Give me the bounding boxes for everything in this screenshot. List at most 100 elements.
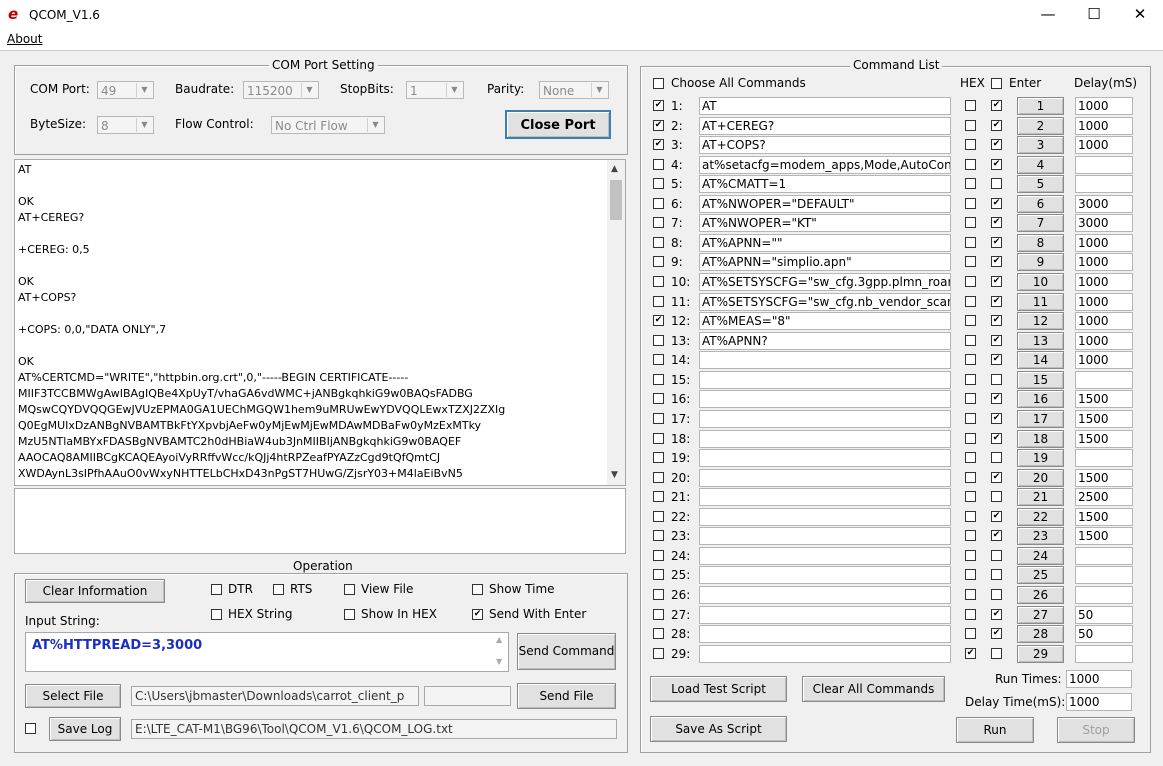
command-input[interactable]	[699, 586, 951, 604]
log-output[interactable]: AT OK AT+CEREG? +CEREG: 0,5 OK AT+COPS? +COPS:…	[14, 159, 626, 486]
command-input[interactable]: AT%NWOPER="DEFAULT"	[699, 195, 951, 213]
command-enter-checkbox[interactable]	[991, 511, 1002, 522]
command-input[interactable]: AT%SETSYSCFG="sw_cfg.nb_vendor_scan.	[699, 293, 951, 311]
load-test-script-button[interactable]: Load Test Script	[650, 676, 787, 702]
command-send-button[interactable]: 26	[1017, 586, 1064, 604]
command-hex-checkbox[interactable]	[965, 335, 976, 346]
command-hex-checkbox[interactable]	[965, 433, 976, 444]
command-delay-input[interactable]: 1000	[1075, 234, 1133, 252]
command-send-button[interactable]: 9	[1017, 253, 1064, 271]
command-input[interactable]	[699, 606, 951, 624]
command-select-checkbox[interactable]	[653, 198, 664, 209]
command-send-button[interactable]: 7	[1017, 214, 1064, 232]
command-delay-input[interactable]: 3000	[1075, 195, 1133, 213]
command-send-button[interactable]: 27	[1017, 606, 1064, 624]
command-input[interactable]: AT	[699, 97, 951, 115]
command-delay-input[interactable]	[1075, 586, 1133, 604]
command-select-checkbox[interactable]	[653, 648, 664, 659]
command-enter-checkbox[interactable]	[991, 296, 1002, 307]
command-enter-checkbox[interactable]	[991, 589, 1002, 600]
command-select-checkbox[interactable]	[653, 296, 664, 307]
command-send-button[interactable]: 3	[1017, 136, 1064, 154]
command-input[interactable]: AT%APNN=""	[699, 234, 951, 252]
flow-control-select[interactable]: No Ctrl Flow ▼	[271, 116, 385, 134]
command-select-checkbox[interactable]	[653, 256, 664, 267]
command-select-checkbox[interactable]	[653, 315, 664, 326]
save-log-button[interactable]: Save Log	[49, 717, 121, 741]
command-delay-input[interactable]	[1075, 449, 1133, 467]
command-hex-checkbox[interactable]	[965, 628, 976, 639]
bytesize-select[interactable]: 8 ▼	[97, 116, 154, 134]
command-select-checkbox[interactable]	[653, 276, 664, 287]
command-enter-checkbox[interactable]	[991, 648, 1002, 659]
command-select-checkbox[interactable]	[653, 178, 664, 189]
command-delay-input[interactable]: 1000	[1075, 273, 1133, 291]
command-enter-checkbox[interactable]	[991, 256, 1002, 267]
command-input[interactable]	[699, 566, 951, 584]
command-send-button[interactable]: 8	[1017, 234, 1064, 252]
command-enter-checkbox[interactable]	[991, 237, 1002, 248]
command-input[interactable]	[699, 645, 951, 663]
command-send-button[interactable]: 15	[1017, 371, 1064, 389]
command-send-button[interactable]: 16	[1017, 390, 1064, 408]
command-hex-checkbox[interactable]	[965, 276, 976, 287]
command-input[interactable]: AT%NWOPER="KT"	[699, 214, 951, 232]
command-enter-checkbox[interactable]	[991, 472, 1002, 483]
command-enter-checkbox[interactable]	[991, 569, 1002, 580]
command-send-button[interactable]: 25	[1017, 566, 1064, 584]
close-port-button[interactable]: Close Port	[505, 110, 611, 139]
command-enter-checkbox[interactable]	[991, 628, 1002, 639]
show-time-checkbox[interactable]	[472, 584, 483, 595]
command-select-checkbox[interactable]	[653, 452, 664, 463]
save-as-script-button[interactable]: Save As Script	[650, 716, 787, 742]
command-select-checkbox[interactable]	[653, 550, 664, 561]
command-select-checkbox[interactable]	[653, 472, 664, 483]
command-delay-input[interactable]: 1000	[1075, 351, 1133, 369]
command-select-checkbox[interactable]	[653, 530, 664, 541]
command-delay-input[interactable]: 1000	[1075, 253, 1133, 271]
command-delay-input[interactable]: 1000	[1075, 312, 1133, 330]
command-hex-checkbox[interactable]	[965, 354, 976, 365]
command-send-button[interactable]: 21	[1017, 488, 1064, 506]
command-hex-checkbox[interactable]	[965, 120, 976, 131]
command-select-checkbox[interactable]	[653, 433, 664, 444]
command-send-button[interactable]: 22	[1017, 508, 1064, 526]
run-times-input[interactable]: 1000	[1066, 670, 1132, 688]
command-enter-checkbox[interactable]	[991, 491, 1002, 502]
command-enter-checkbox[interactable]	[991, 452, 1002, 463]
command-input[interactable]	[699, 371, 951, 389]
command-input[interactable]: at%setacfg=modem_apps,Mode,AutoConne	[699, 156, 951, 174]
command-hex-checkbox[interactable]	[965, 217, 976, 228]
command-select-checkbox[interactable]	[653, 589, 664, 600]
file-path-field[interactable]: C:\Users\jbmaster\Downloads\carrot_clien…	[131, 686, 419, 706]
command-enter-checkbox[interactable]	[991, 120, 1002, 131]
command-enter-checkbox[interactable]	[991, 393, 1002, 404]
command-send-button[interactable]: 19	[1017, 449, 1064, 467]
command-select-checkbox[interactable]	[653, 393, 664, 404]
command-select-checkbox[interactable]	[653, 354, 664, 365]
command-enter-checkbox[interactable]	[991, 433, 1002, 444]
command-enter-checkbox[interactable]	[991, 550, 1002, 561]
clear-all-commands-button[interactable]: Clear All Commands	[802, 676, 945, 702]
command-delay-input[interactable]: 50	[1075, 606, 1133, 624]
scroll-down-icon[interactable]: ▼	[496, 657, 502, 666]
command-enter-checkbox[interactable]	[991, 315, 1002, 326]
command-hex-checkbox[interactable]	[965, 550, 976, 561]
command-send-button[interactable]: 11	[1017, 293, 1064, 311]
command-enter-checkbox[interactable]	[991, 354, 1002, 365]
command-input[interactable]	[699, 390, 951, 408]
run-button[interactable]: Run	[956, 717, 1034, 743]
command-hex-checkbox[interactable]	[965, 648, 976, 659]
command-delay-input[interactable]	[1075, 175, 1133, 193]
log-scrollbar[interactable]: ▲ ▼	[607, 160, 625, 485]
command-enter-checkbox[interactable]	[991, 413, 1002, 424]
command-input[interactable]	[699, 449, 951, 467]
command-send-button[interactable]: 18	[1017, 430, 1064, 448]
command-enter-checkbox[interactable]	[991, 178, 1002, 189]
command-delay-input[interactable]	[1075, 645, 1133, 663]
log-path-field[interactable]: E:\LTE_CAT-M1\BG96\Tool\QCOM_V1.6\QCOM_L…	[131, 719, 617, 739]
command-hex-checkbox[interactable]	[965, 198, 976, 209]
command-send-button[interactable]: 6	[1017, 195, 1064, 213]
command-enter-checkbox[interactable]	[991, 100, 1002, 111]
stop-button[interactable]: Stop	[1057, 717, 1135, 743]
